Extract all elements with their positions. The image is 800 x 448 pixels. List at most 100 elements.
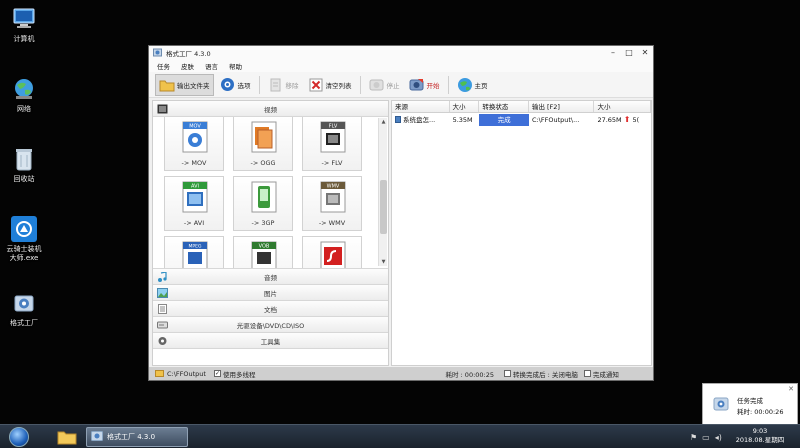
minimize-button[interactable]: –	[605, 46, 621, 60]
menu-task[interactable]: 任务	[157, 61, 170, 71]
task-source-cell: 系统盘怎...	[392, 114, 450, 126]
close-button[interactable]: ✕	[637, 46, 653, 60]
format-tile-flv[interactable]: FLV -> FLV	[302, 117, 362, 171]
scroll-up-arrow-icon[interactable]: ▲	[379, 119, 388, 125]
options-gear-icon	[220, 77, 236, 93]
maximize-button[interactable]: □	[621, 46, 637, 60]
toolbar-separator	[359, 75, 361, 94]
app-icon	[153, 48, 162, 59]
vob-format-icon: VOB	[249, 241, 279, 268]
desktop-icon-label: 回收站	[13, 175, 35, 183]
output-folder-button[interactable]: 输出文件夹	[155, 73, 214, 96]
column-header-output[interactable]: 输出 [F2]	[529, 101, 595, 112]
svg-text:WMV: WMV	[327, 184, 340, 190]
category-image[interactable]: 图片	[153, 285, 388, 301]
status-bar: C:\FFOutput ✓ 使用多线程 耗时 : 00:00:25 转换完成后 …	[149, 367, 653, 380]
picture-icon	[157, 288, 168, 298]
desktop-icon-recycle-bin[interactable]: 回收站	[4, 146, 44, 184]
mpeg-format-icon: MPEG	[180, 241, 210, 268]
folder-small-icon	[155, 370, 164, 377]
menu-language[interactable]: 语言	[205, 61, 218, 71]
category-panel: 视频 MOV -> MOV -> OGG FLV -> FLV AVI -> A…	[152, 100, 389, 366]
remove-button[interactable]: 移除	[265, 74, 302, 96]
yunqishi-app-icon	[11, 216, 37, 242]
table-row[interactable]: 系统盘怎... 5.35M 完成 C:\FFOutput\... 27.65M …	[392, 114, 651, 126]
category-document[interactable]: 文档	[153, 301, 388, 317]
column-header-status[interactable]: 转换状态	[479, 101, 529, 112]
format-tile-mpeg[interactable]: MPEG	[164, 236, 224, 268]
3gp-format-icon	[249, 181, 279, 213]
format-tile-wmv[interactable]: WMV -> WMV	[302, 176, 362, 231]
format-tile-vob[interactable]: VOB	[233, 236, 293, 268]
format-factory-icon	[713, 395, 729, 413]
taskbar-format-factory-button[interactable]: 格式工厂 4.3.0	[86, 427, 188, 447]
clear-x-icon	[308, 77, 324, 93]
toolbar-separator	[258, 75, 260, 94]
taskbar-explorer-button[interactable]	[54, 427, 80, 447]
video-format-grid: MOV -> MOV -> OGG FLV -> FLV AVI -> AVI …	[153, 117, 388, 269]
desktop-icon-network[interactable]: 网络	[4, 76, 44, 114]
desktop-icon-label: 计算机	[13, 35, 35, 43]
start-button[interactable]: 开始	[406, 74, 443, 96]
menu-help[interactable]: 帮助	[229, 61, 242, 71]
format-tile-3gp[interactable]: -> 3GP	[233, 176, 293, 231]
toolbar: 输出文件夹 选项 移除 清空列表 停止 开始 主页	[149, 72, 653, 98]
start-icon	[409, 77, 425, 93]
document-icon	[157, 304, 168, 314]
network-icon[interactable]: ▭	[702, 433, 710, 442]
task-complete-notification[interactable]: ✕ 任务完成 耗时: 00:00:26	[702, 383, 798, 427]
column-header-output-size[interactable]: 大小	[594, 101, 651, 112]
options-button[interactable]: 选项	[217, 74, 254, 96]
output-path-label[interactable]: C:\FFOutput	[167, 370, 206, 378]
format-factory-icon	[11, 290, 37, 316]
after-convert-checkbox[interactable]: 转换完成后 : 关闭电脑	[504, 369, 578, 379]
avi-format-icon: AVI	[180, 181, 210, 213]
stop-button[interactable]: 停止	[366, 74, 403, 96]
computer-icon	[11, 6, 37, 32]
format-factory-window: 格式工厂 4.3.0 – □ ✕ 任务 皮肤 语言 帮助 输出文件夹 选项 移除…	[148, 45, 654, 381]
wmv-format-icon: WMV	[318, 181, 348, 213]
scrollbar-thumb[interactable]	[380, 180, 387, 234]
volume-icon[interactable]: ◂)	[715, 433, 722, 442]
desktop-icon-yunqishi[interactable]: 云骑士装机大师.exe	[4, 216, 44, 263]
category-audio[interactable]: 音频	[153, 269, 388, 285]
flag-icon[interactable]: ⚑	[690, 433, 697, 442]
music-note-icon	[157, 271, 168, 282]
notify-checkbox[interactable]: 完成通知	[583, 369, 619, 379]
desktop-icon-computer[interactable]: 计算机	[4, 6, 44, 44]
window-title: 格式工厂 4.3.0	[166, 50, 211, 58]
menu-skin[interactable]: 皮肤	[181, 61, 194, 71]
category-video[interactable]: 视频	[153, 101, 388, 117]
category-disc[interactable]: 光驱设备\DVD\CD\ISO	[153, 317, 388, 333]
windows-start-icon	[9, 427, 29, 447]
multithread-checkbox[interactable]: ✓ 使用多线程	[213, 369, 255, 379]
task-size-cell: 5.35M	[452, 116, 473, 124]
column-header-size[interactable]: 大小	[450, 101, 480, 112]
taskbar-clock[interactable]: 9:03 2018.08.星期四	[730, 427, 790, 445]
system-tray: ⚑ ▭ ◂)	[690, 425, 722, 448]
desktop-icon-label: 格式工厂	[10, 319, 38, 327]
format-grid-scrollbar[interactable]: ▲ ▼	[378, 118, 387, 266]
toolbar-separator	[447, 75, 449, 94]
task-output-size-cell: 27.65M ⬆ 5(	[597, 115, 640, 124]
flash-format-icon	[318, 241, 348, 268]
checkbox-checked-icon: ✓	[213, 370, 221, 377]
format-tile-swf[interactable]	[302, 236, 362, 268]
toolbox-icon	[157, 336, 168, 346]
column-header-source[interactable]: 来源	[392, 101, 450, 112]
elapsed-time-label: 耗时 : 00:00:25	[445, 370, 494, 379]
format-tile-avi[interactable]: AVI -> AVI	[164, 176, 224, 231]
window-titlebar[interactable]: 格式工厂 4.3.0 – □ ✕	[149, 46, 653, 60]
home-button[interactable]: 主页	[454, 74, 491, 96]
format-tile-mov[interactable]: MOV -> MOV	[164, 117, 224, 171]
category-toolbox[interactable]: 工具集	[153, 333, 388, 349]
desktop-icon-format-factory[interactable]: 格式工厂	[4, 290, 44, 328]
taskbar: 格式工厂 4.3.0 ⚑ ▭ ◂) 9:03 2018.08.星期四	[0, 424, 800, 448]
start-button[interactable]	[5, 425, 33, 448]
format-tile-ogg[interactable]: -> OGG	[233, 117, 293, 171]
task-table-header: 来源 大小 转换状态 输出 [F2] 大小	[392, 101, 651, 113]
close-icon[interactable]: ✕	[788, 385, 794, 393]
clear-list-button[interactable]: 清空列表	[305, 74, 355, 96]
menu-bar: 任务 皮肤 语言 帮助	[149, 60, 653, 72]
scroll-down-arrow-icon[interactable]: ▼	[379, 259, 388, 265]
